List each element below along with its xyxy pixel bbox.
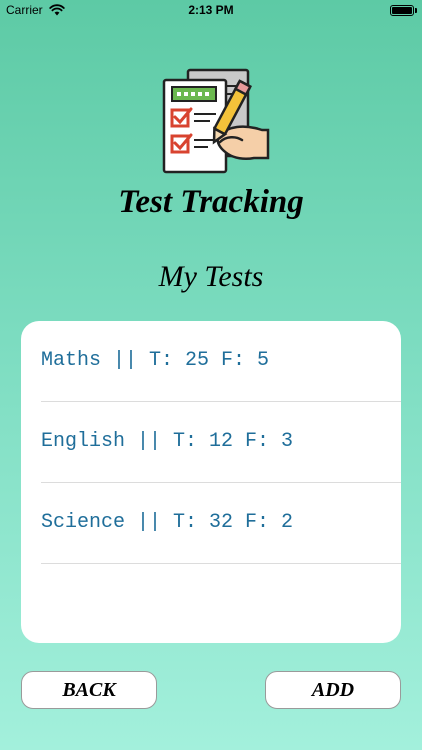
list-item[interactable]: Maths || T: 25 F: 5 (41, 321, 401, 402)
list-item-label: Maths || T: 25 F: 5 (41, 349, 270, 372)
tests-list: Maths || T: 25 F: 5 English || T: 12 F: … (21, 321, 401, 643)
status-time: 2:13 PM (188, 3, 234, 17)
list-item[interactable]: English || T: 12 F: 3 (41, 402, 401, 483)
test-checklist-icon (162, 68, 270, 174)
list-item-label: Science || T: 32 F: 2 (41, 511, 294, 534)
battery-tip (415, 8, 417, 13)
battery-fill (392, 7, 412, 14)
back-button[interactable]: BACK (21, 671, 157, 709)
add-button[interactable]: ADD (265, 671, 401, 709)
app-title: Test Tracking (118, 184, 304, 220)
status-bar: Carrier 2:13 PM (0, 0, 422, 22)
battery-icon (390, 5, 414, 16)
section-title: My Tests (158, 260, 264, 293)
list-item-label: English || T: 12 F: 3 (41, 430, 294, 453)
list-item[interactable]: Science || T: 32 F: 2 (41, 483, 401, 564)
